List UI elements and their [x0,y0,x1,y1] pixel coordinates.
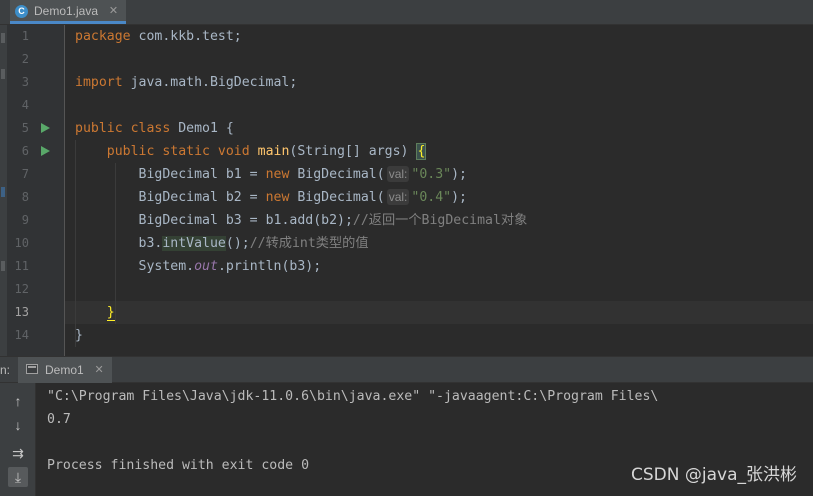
close-icon[interactable]: ✕ [109,4,118,17]
keyword: package [75,29,131,44]
matched-brace: { [416,143,427,160]
line-number: 1 [21,29,29,43]
run-tool-window-header: n: Demo1 ✕ [0,356,813,383]
code-text: b3. [138,236,163,251]
close-icon[interactable]: ✕ [94,363,103,376]
line-number-current: 13 [14,305,29,319]
editor-tab-bar: C Demo1.java ✕ [0,0,813,25]
parameter-hint: val: [386,166,410,182]
code-text: BigDecimal( [289,167,385,182]
code-text: BigDecimal( [289,190,385,205]
console-line: "C:\Program Files\Java\jdk-11.0.6\bin\ja… [47,389,659,404]
console-line: 0.7 [47,412,71,427]
editor-gutter[interactable]: 1 2 3 4 5 6 7 8 9 10 11 12 13 14 [7,25,72,356]
code-text: com.kkb.test; [130,29,242,44]
code-line-3: import java.math.BigDecimal; [75,71,297,94]
keyword: new [265,190,290,205]
code-text: (String[] args) [289,144,417,159]
run-main-icon[interactable] [41,146,50,156]
code-line-14: } [75,324,83,347]
code-line-1: package com.kkb.test; [75,25,242,48]
line-number: 5 [21,121,29,135]
matched-brace: } [106,305,115,321]
code-text: .println(b3); [217,259,322,274]
method-name: main [249,144,290,159]
keyword: new [265,167,290,182]
run-tab-label: Demo1 [45,363,84,377]
string-literal: "0.3" [411,167,452,182]
watermark: CSDN @java_张洪彬 [631,465,797,485]
keyword: public class [75,121,171,136]
code-line-9: BigDecimal b3 = b1.add(b2);//返回一个BigDeci… [75,209,528,232]
line-number: 10 [14,236,29,250]
code-text: ); [451,167,467,182]
run-label-prefix: n: [0,363,11,377]
edge-marker [1,33,5,43]
parameter-hint: val: [386,189,410,205]
comment: //转成int类型的值 [249,236,369,251]
scroll-to-end-icon[interactable]: ⤓ [8,467,28,487]
code-line-10: b3.intValue();//转成int类型的值 [75,232,369,255]
tab-demo1-java[interactable]: C Demo1.java ✕ [10,0,127,24]
console-icon [26,364,38,374]
code-line-11: System.out.println(b3); [75,255,322,278]
line-number: 3 [21,75,29,89]
soft-wrap-icon[interactable]: ⇉ [8,443,28,463]
code-text: java.math.BigDecimal; [122,75,298,90]
edge-marker [1,69,5,79]
usage-highlight: intValue [162,236,226,251]
run-tab-demo1[interactable]: Demo1 ✕ [18,357,112,383]
console-line: Process finished with exit code 0 [47,458,310,473]
line-number: 8 [21,190,29,204]
edge-marker [1,261,5,271]
edge-marker [1,187,5,197]
code-editor[interactable]: package com.kkb.test; import java.math.B… [65,25,813,356]
line-number: 2 [21,52,29,66]
line-number: 11 [14,259,29,273]
line-number: 7 [21,167,29,181]
keyword: public static void [106,144,250,159]
line-number: 9 [21,213,29,227]
code-text: BigDecimal b2 = [138,190,266,205]
code-text: } [75,328,83,343]
code-text: System. [138,259,195,274]
keyword: import [75,75,123,90]
up-arrow-icon[interactable]: ↑ [8,391,28,411]
code-line-7: BigDecimal b1 = new BigDecimal(val: "0.3"… [75,163,467,186]
string-literal: "0.4" [411,190,452,205]
run-toolbar: ↑ ↓ ⇉ ⤓ [0,383,35,496]
code-text: BigDecimal b1 = [138,167,266,182]
line-number: 12 [14,282,29,296]
project-panel-edge[interactable] [0,25,7,356]
code-text: BigDecimal b3 = b1.add(b2); [138,213,353,228]
code-line-6: public static void main(String[] args) { [75,140,427,163]
line-number: 6 [21,144,29,158]
code-text: ); [451,190,467,205]
static-field: out [194,259,218,274]
code-text: Demo1 { [170,121,234,136]
code-text: (); [225,236,250,251]
comment: //返回一个BigDecimal对象 [352,213,528,228]
code-line-8: BigDecimal b2 = new BigDecimal(val: "0.4"… [75,186,467,209]
code-line-13: } [75,301,115,324]
tab-label: Demo1.java [34,3,99,18]
run-class-icon[interactable] [41,123,50,133]
line-number: 4 [21,98,29,112]
code-line-5: public class Demo1 { [75,117,234,140]
current-line-highlight [65,301,813,324]
line-number: 14 [14,328,29,342]
down-arrow-icon[interactable]: ↓ [8,415,28,435]
class-c-icon: C [15,5,28,18]
